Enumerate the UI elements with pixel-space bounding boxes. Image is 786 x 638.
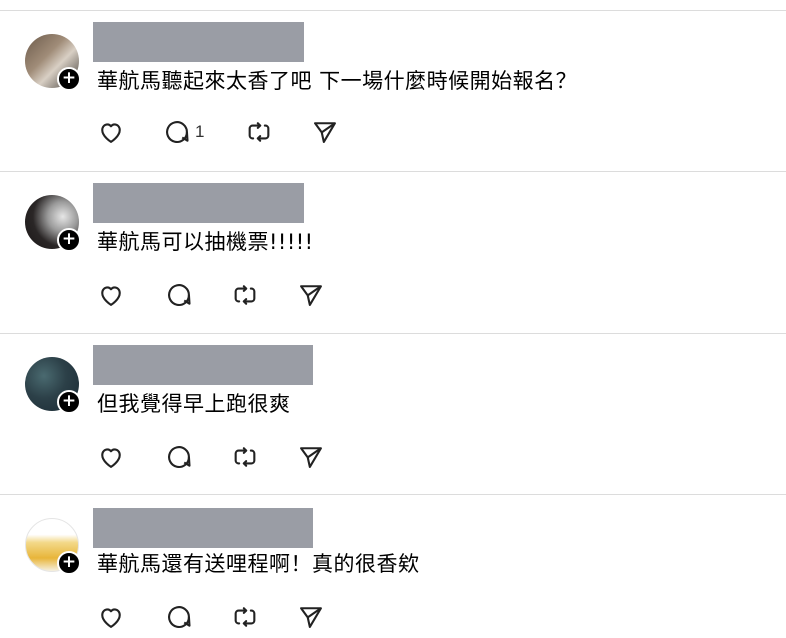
comment-button[interactable]: [165, 442, 193, 472]
repost-icon: [234, 607, 256, 627]
comment-button[interactable]: [165, 602, 193, 632]
follow-badge[interactable]: +: [57, 67, 81, 91]
repost-button[interactable]: [231, 442, 259, 472]
comment-button[interactable]: [165, 280, 193, 310]
post-item: + 華航馬聽起來太香了吧 下一場什麼時候開始報名？ 1: [0, 11, 786, 171]
share-icon: [300, 607, 322, 628]
post-item: + 但我覺得早上跑很爽: [0, 334, 786, 494]
share-button[interactable]: [311, 117, 339, 147]
repost-icon: [234, 285, 256, 305]
post-text: 華航馬可以抽機票!!!!!: [97, 230, 314, 254]
repost-icon: [234, 447, 256, 467]
share-button[interactable]: [297, 442, 325, 472]
comment-icon: [168, 284, 191, 307]
post-item: + 華航馬還有送哩程啊！真的很香欸: [0, 495, 786, 638]
username-redacted[interactable]: [93, 508, 313, 548]
like-button[interactable]: [97, 280, 125, 310]
post-item: + 華航馬可以抽機票!!!!!: [0, 172, 786, 332]
repost-icon: [248, 122, 270, 142]
comment-button[interactable]: 1: [163, 117, 204, 147]
repost-button[interactable]: [231, 602, 259, 632]
username-redacted[interactable]: [93, 22, 304, 62]
username-redacted[interactable]: [93, 183, 304, 223]
heart-icon: [101, 123, 121, 143]
share-icon: [300, 447, 322, 468]
repost-button[interactable]: [231, 280, 259, 310]
share-icon: [314, 122, 336, 143]
comment-icon: [166, 121, 189, 144]
avatar-wrap[interactable]: +: [25, 195, 81, 253]
repost-button[interactable]: [245, 117, 273, 147]
like-button[interactable]: [97, 442, 125, 472]
share-button[interactable]: [297, 602, 325, 632]
heart-icon: [101, 608, 121, 628]
comment-icon: [168, 606, 191, 629]
like-button[interactable]: [97, 117, 125, 147]
follow-badge[interactable]: +: [57, 551, 81, 575]
reply-count: 1: [195, 122, 205, 141]
avatar-wrap[interactable]: +: [25, 34, 81, 92]
post-text: 華航馬還有送哩程啊！真的很香欸: [97, 552, 420, 576]
share-icon: [300, 285, 322, 306]
follow-badge[interactable]: +: [57, 390, 81, 414]
follow-badge[interactable]: +: [57, 228, 81, 252]
post-text: 華航馬聽起來太香了吧 下一場什麼時候開始報名？: [97, 69, 578, 93]
username-redacted[interactable]: [93, 345, 313, 385]
avatar-wrap[interactable]: +: [25, 518, 81, 576]
comment-icon: [168, 446, 191, 469]
post-text: 但我覺得早上跑很爽: [97, 392, 291, 416]
heart-icon: [101, 286, 121, 306]
heart-icon: [101, 448, 121, 468]
share-button[interactable]: [297, 280, 325, 310]
avatar-wrap[interactable]: +: [25, 357, 81, 415]
like-button[interactable]: [97, 602, 125, 632]
